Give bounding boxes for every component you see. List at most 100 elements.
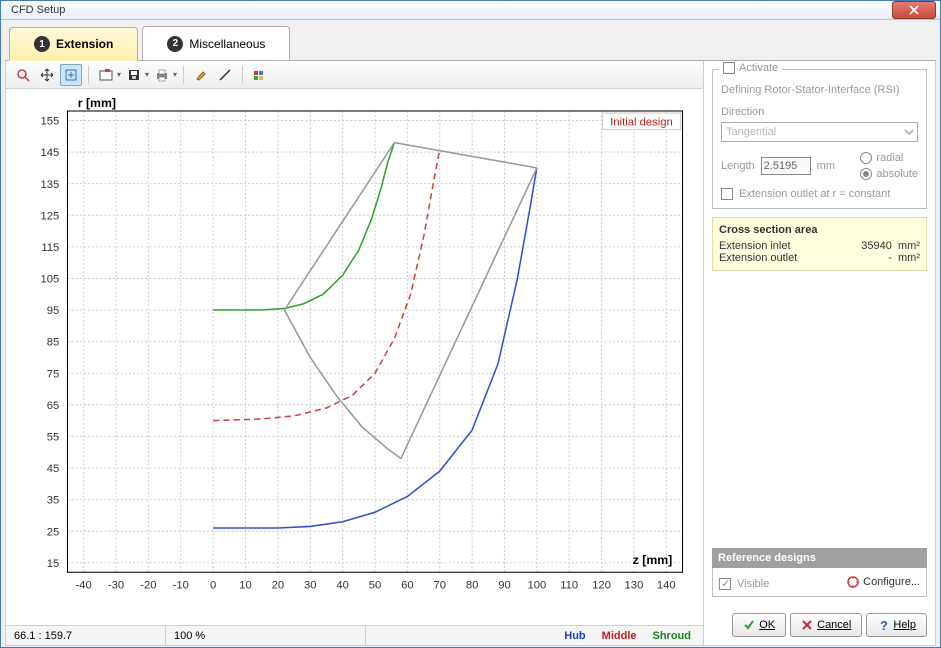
zoom-reset-button[interactable] — [12, 64, 34, 86]
check-icon — [743, 619, 755, 631]
legend-shroud: Shroud — [653, 630, 692, 642]
svg-text:100: 100 — [527, 580, 546, 592]
brush-button[interactable] — [190, 64, 212, 86]
tab-label: Extension — [56, 37, 113, 51]
direction-select[interactable]: Tangential — [721, 122, 918, 142]
pan-button[interactable] — [36, 64, 58, 86]
status-legend: Hub Middle Shroud — [366, 630, 703, 642]
length-input[interactable] — [761, 157, 811, 175]
cancel-button[interactable]: Cancel — [790, 613, 862, 637]
rsi-text: Defining Rotor-Stator-Interface (RSI) — [721, 84, 918, 96]
help-icon: ? — [877, 619, 889, 631]
svg-text:85: 85 — [47, 337, 60, 349]
activate-body: Defining Rotor-Stator-Interface (RSI) Di… — [721, 84, 918, 200]
svg-text:145: 145 — [41, 147, 60, 159]
print-button[interactable] — [151, 64, 173, 86]
length-label: Length — [721, 160, 755, 172]
snapshot-icon — [99, 68, 113, 82]
snapshot-button[interactable] — [95, 64, 117, 86]
pan-icon — [40, 68, 54, 82]
svg-text:110: 110 — [560, 580, 578, 592]
configure-icon — [846, 575, 860, 589]
help-button[interactable]: ? Help — [866, 613, 927, 637]
svg-text:?: ? — [880, 619, 888, 631]
activate-checkbox[interactable] — [723, 62, 735, 74]
palette-button[interactable] — [249, 64, 271, 86]
legend-middle: Middle — [602, 630, 637, 642]
svg-text:70: 70 — [433, 580, 446, 592]
status-zoom: 100 % — [166, 626, 366, 645]
chart-svg: -40-30-20-100102030405060708090100110120… — [6, 89, 703, 625]
zoom-box-button[interactable] — [60, 64, 82, 86]
separator — [88, 66, 89, 84]
length-row: Length mm radial absolute — [721, 152, 918, 180]
window-title: CFD Setup — [5, 4, 892, 16]
svg-text:105: 105 — [41, 274, 60, 286]
tab-bar: 1 Extension 2 Miscellaneous — [1, 20, 940, 60]
ext-outlet-checkbox[interactable] — [721, 188, 733, 200]
line-icon — [218, 68, 232, 82]
svg-text:50: 50 — [369, 580, 382, 592]
svg-text:-20: -20 — [140, 580, 156, 592]
svg-text:135: 135 — [41, 179, 60, 191]
ext-outlet-label: Extension outlet at r = constant — [739, 188, 890, 200]
svg-text:25: 25 — [47, 526, 60, 538]
tab-num-1: 1 — [34, 36, 50, 52]
line-button[interactable] — [214, 64, 236, 86]
content-area: ▾ ▾ ▾ -40-30-20-100102030405060708090100… — [5, 60, 936, 646]
titlebar: CFD Setup — [1, 1, 940, 20]
chart-area[interactable]: -40-30-20-100102030405060708090100110120… — [6, 89, 703, 625]
absolute-label: absolute — [876, 168, 918, 180]
svg-text:r [mm]: r [mm] — [78, 96, 116, 110]
svg-text:z [mm]: z [mm] — [633, 553, 673, 567]
configure-button[interactable]: Configure... — [846, 575, 920, 589]
svg-text:30: 30 — [304, 580, 317, 592]
cross-section-header: Cross section area — [719, 224, 920, 236]
radial-radio[interactable] — [860, 152, 872, 164]
radial-label: radial — [876, 152, 903, 164]
x-icon — [801, 619, 813, 631]
svg-text:120: 120 — [592, 580, 611, 592]
outlet-label: Extension outlet — [719, 252, 797, 264]
cross-section-box: Cross section area Extension inlet 35940… — [712, 217, 927, 271]
tab-label: Miscellaneous — [189, 37, 265, 51]
svg-text:95: 95 — [47, 305, 60, 317]
reference-header: Reference designs — [712, 548, 927, 568]
outlet-value: - mm² — [888, 252, 920, 264]
print-icon — [155, 68, 169, 82]
save-button[interactable] — [123, 64, 145, 86]
dropdown-icon[interactable]: ▾ — [173, 70, 177, 79]
tab-extension[interactable]: 1 Extension — [9, 27, 138, 61]
ext-outlet-row: Extension outlet at r = constant — [721, 188, 918, 200]
dropdown-icon[interactable]: ▾ — [117, 70, 121, 79]
tab-miscellaneous[interactable]: 2 Miscellaneous — [142, 26, 290, 60]
direction-label: Direction — [721, 106, 918, 118]
close-button[interactable] — [892, 1, 936, 19]
svg-text:-40: -40 — [76, 580, 92, 592]
save-icon — [127, 68, 141, 82]
legend-hub: Hub — [564, 630, 585, 642]
svg-text:20: 20 — [272, 580, 285, 592]
svg-text:90: 90 — [498, 580, 511, 592]
separator — [183, 66, 184, 84]
absolute-radio[interactable] — [860, 168, 872, 180]
svg-text:35: 35 — [47, 495, 60, 507]
dropdown-icon[interactable]: ▾ — [145, 70, 149, 79]
svg-text:15: 15 — [47, 558, 60, 570]
palette-icon — [253, 68, 267, 82]
chart-toolbar: ▾ ▾ ▾ — [6, 61, 703, 89]
zoom-reset-icon — [16, 68, 30, 82]
dialog-buttons: OK Cancel ? Help — [712, 613, 927, 637]
visible-checkbox[interactable]: ✓ — [719, 578, 731, 590]
zoom-box-icon — [64, 68, 78, 82]
ok-button[interactable]: OK — [732, 613, 786, 637]
svg-text:45: 45 — [47, 463, 60, 475]
svg-text:55: 55 — [47, 432, 60, 444]
activate-title: Activate — [719, 62, 782, 74]
svg-text:125: 125 — [41, 210, 60, 222]
status-bar: 66.1 : 159.7 100 % Hub Middle Shroud — [6, 625, 703, 645]
separator — [242, 66, 243, 84]
chart-pane: ▾ ▾ ▾ -40-30-20-100102030405060708090100… — [5, 61, 704, 646]
inlet-label: Extension inlet — [719, 240, 791, 252]
inlet-value: 35940 mm² — [861, 240, 920, 252]
